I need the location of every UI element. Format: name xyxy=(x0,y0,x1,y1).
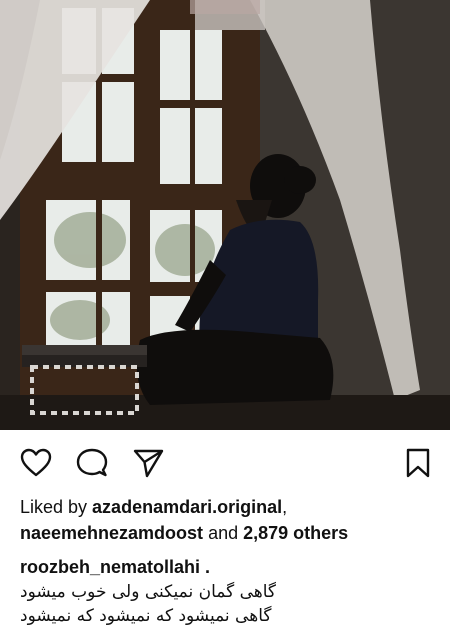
liker-username-2[interactable]: naeemehnezamdoost xyxy=(20,523,203,543)
likes-count[interactable]: 2,879 others xyxy=(243,523,348,543)
likes-middle: and xyxy=(203,523,244,543)
liker-username-1[interactable]: azadenamdari.original xyxy=(92,497,282,517)
comment-icon-graphic xyxy=(76,448,108,477)
post-meta: Liked by azadenamdari.original, naeemehn… xyxy=(20,494,438,628)
likes-summary: Liked by azadenamdari.original, naeemehn… xyxy=(20,494,438,546)
caption-username[interactable]: roozbeh_nematollahi . xyxy=(20,554,438,580)
post-photo[interactable] xyxy=(0,0,450,430)
post-photo-illustration xyxy=(0,0,450,430)
heart-icon[interactable] xyxy=(18,446,54,480)
bookmark-icon-graphic xyxy=(406,448,430,478)
bookmark-icon[interactable] xyxy=(400,446,436,480)
likes-prefix: Liked by xyxy=(20,497,93,517)
likes-separator: , xyxy=(282,497,288,517)
comment-icon[interactable] xyxy=(74,446,110,480)
post-action-bar xyxy=(0,430,450,494)
heart-icon-graphic xyxy=(20,448,52,477)
share-icon[interactable] xyxy=(130,446,166,480)
caption-line-2: گاهی نمیشود که نمیشود که نمیشود xyxy=(20,606,272,626)
share-icon-graphic xyxy=(133,449,164,478)
caption-line-1: گاهی گمان نمیکنی ولی خوب میشود xyxy=(20,582,276,602)
